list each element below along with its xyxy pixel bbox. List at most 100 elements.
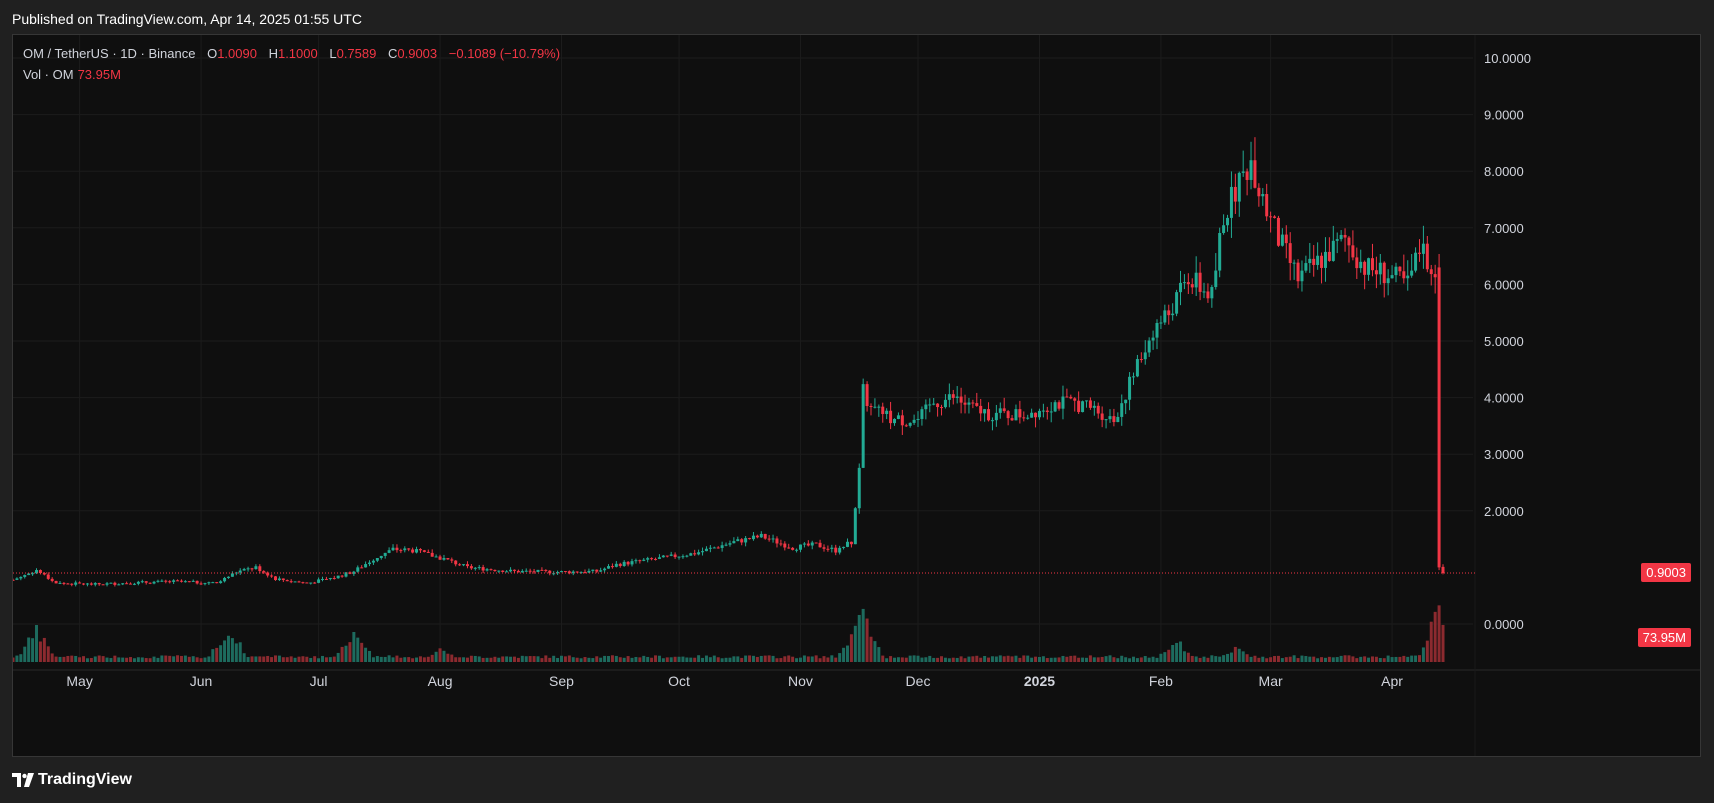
candle-body: [501, 570, 505, 572]
candle-body: [842, 546, 846, 548]
volume-bar: [509, 656, 513, 662]
candle-body: [1308, 258, 1312, 264]
candle-body: [215, 582, 219, 584]
volume-label[interactable]: Vol · OM: [23, 67, 74, 82]
candle-body: [826, 548, 830, 550]
volume-bar: [900, 657, 904, 662]
volume-bar: [434, 651, 438, 662]
candle-body: [152, 581, 156, 584]
volume-bar: [371, 657, 375, 662]
candle-body: [924, 404, 928, 410]
volume-bar: [1218, 656, 1222, 662]
candle-body: [1018, 409, 1022, 418]
volume-bar: [650, 657, 654, 662]
volume-bar: [904, 657, 908, 662]
open-value: 1.0090: [217, 46, 257, 61]
volume-bar: [156, 657, 160, 662]
volume-bar: [822, 656, 826, 662]
candle-body: [430, 552, 434, 557]
candle-body: [904, 425, 908, 427]
volume-bar: [1425, 640, 1429, 662]
volume-bar: [1433, 611, 1437, 662]
chart-panel[interactable]: 10.0000 9.0000 8.0000 7.0000 6.0000 5.0000 4.0…: [12, 34, 1701, 757]
candle-body: [775, 538, 779, 544]
candle-body: [646, 558, 650, 560]
candle-body: [1131, 376, 1135, 378]
candle-body: [328, 578, 332, 580]
y-tick-label: 2.0000: [1484, 504, 1524, 519]
candle-body: [1155, 322, 1159, 338]
volume-bar: [42, 637, 46, 662]
volume-bar: [959, 656, 963, 662]
volume-bar: [1421, 647, 1425, 662]
volume-bar: [1194, 656, 1198, 662]
candle-body: [148, 582, 152, 584]
open-label: O: [207, 46, 218, 61]
candle-body: [1218, 233, 1222, 271]
candle-body: [54, 580, 58, 584]
volume-bar: [1018, 657, 1022, 662]
symbol-label[interactable]: OM / TetherUS · 1D · Binance: [23, 46, 195, 61]
candle-body: [1104, 419, 1108, 421]
candle-body: [105, 583, 109, 585]
candle-body: [693, 553, 697, 555]
volume-bar: [861, 608, 865, 662]
volume-bar: [1347, 655, 1351, 662]
volume-bar: [54, 656, 58, 662]
candle-body: [595, 569, 599, 572]
volume-bar: [226, 635, 230, 662]
candle-body: [477, 567, 481, 569]
volume-bar: [1092, 657, 1096, 662]
volume-bar: [1370, 656, 1374, 662]
candle-body: [242, 568, 246, 571]
candle-body: [407, 548, 411, 550]
candle-body: [226, 576, 230, 578]
candle-body: [446, 558, 450, 560]
candle-body: [136, 581, 140, 584]
volume-bar: [1167, 649, 1171, 662]
volume-bar: [129, 657, 133, 662]
x-tick-label: Jul: [310, 673, 328, 689]
volume-bar: [826, 657, 830, 662]
candle-body: [814, 542, 818, 544]
volume-bar: [78, 657, 82, 662]
volume-bar: [1214, 656, 1218, 662]
candle-body: [955, 396, 959, 398]
candle-body: [540, 569, 544, 571]
volume-bar: [1437, 605, 1441, 662]
candle-body: [1065, 396, 1069, 398]
candlestick-chart[interactable]: 10.0000 9.0000 8.0000 7.0000 6.0000 5.0000 4.0…: [13, 35, 1701, 757]
candle-body: [943, 399, 947, 408]
volume-bar: [783, 656, 787, 662]
volume-bar: [936, 657, 940, 662]
candle-body: [755, 535, 759, 538]
volume-bar: [1410, 655, 1414, 662]
candle-body: [728, 543, 732, 545]
candle-body: [1186, 282, 1190, 285]
candle-body: [1026, 417, 1030, 419]
volume-bar: [767, 655, 771, 662]
candle-body: [912, 419, 916, 423]
candle-body: [1214, 270, 1218, 288]
volume-bar: [23, 646, 27, 662]
candle-body: [399, 550, 403, 552]
candle-body: [830, 547, 834, 549]
candle-body: [383, 552, 387, 556]
volume-bar: [1143, 656, 1147, 662]
candle-body: [1030, 412, 1034, 418]
volume-bar: [1053, 657, 1057, 662]
volume-bar: [599, 657, 603, 662]
candle-body: [156, 580, 160, 582]
tradingview-logo-icon: [12, 773, 34, 787]
candle-body: [1245, 171, 1249, 180]
candle-body: [677, 556, 681, 558]
candle-body: [442, 558, 446, 560]
candle-body: [1335, 239, 1339, 241]
tradingview-brand[interactable]: TradingView: [12, 771, 132, 789]
y-tick-label: 8.0000: [1484, 164, 1524, 179]
candle-body: [391, 547, 395, 551]
volume-bar: [183, 655, 187, 662]
candle-body: [462, 564, 466, 566]
candle-body: [1273, 216, 1277, 218]
volume-bar: [607, 656, 611, 662]
